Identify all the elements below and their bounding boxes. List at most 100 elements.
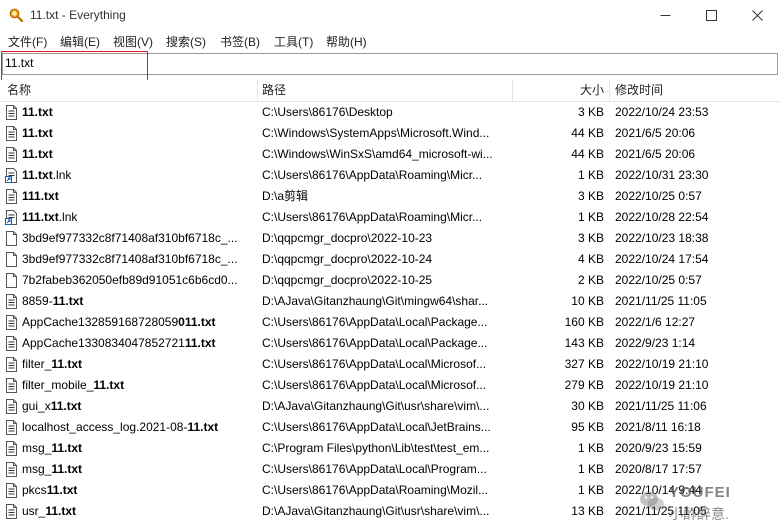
minimize-icon (660, 15, 670, 16)
file-name-match: 11.txt (22, 147, 53, 161)
table-row[interactable]: pkcs11.txt C:\Users\86176\AppData\Roaming… (0, 480, 780, 501)
file-name-match: 11.txt (46, 483, 78, 497)
file-path: C:\Users\86176\AppData\Local\Program... (262, 462, 487, 476)
file-path: C:\Users\86176\AppData\Roaming\Micr... (262, 168, 483, 182)
search-box (2, 53, 778, 75)
file-name-prefix: pkcs (22, 483, 47, 497)
file-path: D:\AJava\Gitanzhaung\Git\mingw64\shar... (262, 294, 489, 308)
file-name-match: 11.txt (187, 420, 219, 434)
blank-file-icon (6, 273, 17, 288)
file-modified: 2022/10/19 21:10 (615, 357, 709, 371)
menu-view[interactable]: 视图(V) (113, 33, 153, 50)
menu-file[interactable]: 文件(F) (8, 33, 47, 50)
file-path: C:\Windows\SystemApps\Microsoft.Wind... (262, 126, 490, 140)
text-file-icon (6, 420, 17, 435)
file-modified: 2020/9/23 15:59 (615, 441, 702, 455)
table-row[interactable]: 7b2fabeb362050efb89d91051c6b6cd0... D:\qq… (0, 270, 780, 291)
file-path: C:\Users\86176\Desktop (262, 105, 393, 119)
file-modified: 2022/9/23 1:14 (615, 336, 696, 350)
table-row[interactable]: filter_11.txt C:\Users\86176\AppData\Loca… (0, 354, 780, 375)
file-size: 30 KB (571, 399, 604, 413)
column-path-header[interactable]: 路径 (262, 80, 286, 101)
file-size: 1 KB (577, 462, 604, 476)
file-name-match: 11.txt (22, 126, 53, 140)
file-name: AppCache132859168728059011.txt (22, 312, 254, 333)
file-name-match: 011.txt (178, 315, 216, 329)
table-row[interactable]: 3bd9ef977332c8f71408af310bf6718c_... D:\q… (0, 228, 780, 249)
table-row[interactable]: msg_11.txt C:\Program Files\python\Lib\te… (0, 438, 780, 459)
file-modified: 2022/10/23 18:38 (615, 231, 709, 245)
shortcut-file-icon (5, 168, 17, 183)
file-name: 3bd9ef977332c8f71408af310bf6718c_... (22, 249, 254, 270)
file-modified: 2021/8/11 16:18 (615, 420, 701, 434)
table-row[interactable]: usr_11.txt D:\AJava\Gitanzhaung\Git\usr\s… (0, 501, 780, 522)
file-size: 3 KB (577, 231, 604, 245)
file-name-match: 11.txt (51, 441, 83, 455)
text-file-icon (6, 441, 17, 456)
file-name-suffix: .lnk (52, 168, 72, 182)
column-divider[interactable] (609, 80, 610, 101)
table-row[interactable]: localhost_access_log.2021-08-11.txt C:\Us… (0, 417, 780, 438)
file-modified: 2021/11/25 11:05 (615, 504, 707, 518)
file-name-match: 11.txt (184, 336, 216, 350)
table-row[interactable]: gui_x11.txt D:\AJava\Gitanzhaung\Git\usr\… (0, 396, 780, 417)
column-size-header[interactable]: 大小 (512, 80, 604, 101)
menu-tools[interactable]: 工具(T) (274, 33, 313, 50)
table-row[interactable]: AppCache132859168728059011.txt C:\Users\8… (0, 312, 780, 333)
text-file-icon (6, 378, 17, 393)
file-path: C:\Users\86176\AppData\Local\JetBrains..… (262, 420, 491, 434)
text-file-icon (6, 357, 17, 372)
window-title: 11.txt - Everything (30, 8, 126, 22)
file-name-match: 11.txt (52, 294, 84, 308)
file-size: 13 KB (571, 504, 604, 518)
menu-help[interactable]: 帮助(H) (326, 33, 367, 50)
file-size: 3 KB (577, 189, 604, 203)
file-modified: 2021/11/25 11:05 (615, 294, 707, 308)
column-modified-header[interactable]: 修改时间 (615, 80, 663, 101)
maximize-button[interactable] (688, 0, 734, 31)
file-name: gui_x11.txt (22, 396, 254, 417)
table-row[interactable]: 3bd9ef977332c8f71408af310bf6718c_... D:\q… (0, 249, 780, 270)
title-bar[interactable]: 11.txt - Everything (0, 0, 780, 31)
menu-search[interactable]: 搜索(S) (166, 33, 206, 50)
menu-edit[interactable]: 编辑(E) (60, 33, 100, 50)
table-row[interactable]: 11.txt C:\Users\86176\Desktop 3 KB 2022/10/… (0, 102, 780, 123)
file-path: C:\Users\86176\AppData\Roaming\Mozil... (262, 483, 489, 497)
file-path: D:\a剪辑 (262, 189, 309, 203)
file-path: D:\qqpcmgr_docpro\2022-10-23 (262, 231, 433, 245)
table-row[interactable]: 111.txt D:\a剪辑 3 KB 2022/10/25 0:57 (0, 186, 780, 207)
file-path: D:\qqpcmgr_docpro\2022-10-25 (262, 273, 433, 287)
file-name-prefix: usr_ (22, 504, 46, 518)
menu-bookmarks[interactable]: 书签(B) (220, 33, 260, 50)
file-path: C:\Users\86176\AppData\Local\Package... (262, 315, 488, 329)
column-name-header[interactable]: 名称 (7, 80, 31, 101)
file-name-match: 11.txt (22, 168, 53, 182)
close-button[interactable] (734, 0, 780, 31)
table-row[interactable]: AppCache133083404785272111.txt C:\Users\8… (0, 333, 780, 354)
file-modified: 2021/6/5 20:06 (615, 126, 696, 140)
file-name: msg_11.txt (22, 438, 254, 459)
file-name: AppCache133083404785272111.txt (22, 333, 254, 354)
file-path: C:\Users\86176\AppData\Local\Microsof... (262, 378, 487, 392)
blank-file-icon (6, 231, 17, 246)
table-row[interactable]: 11.txt C:\Windows\WinSxS\amd64_microsoft-… (0, 144, 780, 165)
table-row[interactable]: 11.txt.lnk C:\Users\86176\AppData\Roaming… (0, 165, 780, 186)
file-name: 3bd9ef977332c8f71408af310bf6718c_... (22, 228, 254, 249)
table-row[interactable]: 111.txt.lnk C:\Users\86176\AppData\Roamin… (0, 207, 780, 228)
file-modified: 2022/10/31 23:30 (615, 168, 709, 182)
search-input[interactable] (5, 55, 765, 71)
table-row[interactable]: msg_11.txt C:\Users\86176\AppData\Local\P… (0, 459, 780, 480)
file-name: 11.txt (22, 144, 254, 165)
text-file-icon (6, 399, 17, 414)
minimize-button[interactable] (642, 0, 688, 31)
column-divider[interactable] (257, 80, 258, 101)
file-path: D:\qqpcmgr_docpro\2022-10-24 (262, 252, 433, 266)
table-row[interactable]: 11.txt C:\Windows\SystemApps\Microsoft.Wi… (0, 123, 780, 144)
file-name-prefix: AppCache1330834047852721 (22, 336, 185, 350)
table-row[interactable]: filter_mobile_11.txt C:\Users\86176\AppDa… (0, 375, 780, 396)
file-name: usr_11.txt (22, 501, 254, 522)
file-name-prefix: filter_ (22, 357, 52, 371)
table-row[interactable]: 8859-11.txt D:\AJava\Gitanzhaung\Git\ming… (0, 291, 780, 312)
file-size: 4 KB (577, 252, 604, 266)
file-name: msg_11.txt (22, 459, 254, 480)
